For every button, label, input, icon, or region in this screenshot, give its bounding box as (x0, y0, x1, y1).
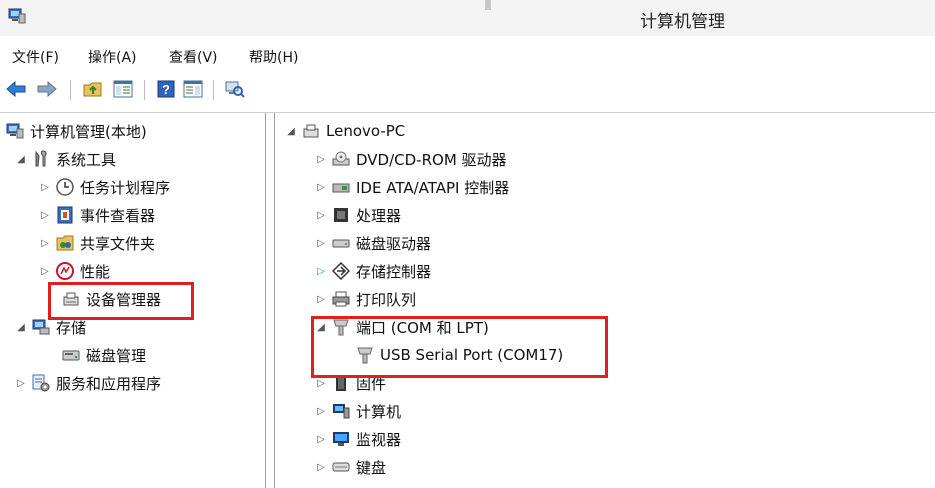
expand-arrow-icon[interactable]: ▷ (314, 238, 328, 249)
device-node-computer[interactable]: ◢ Lenovo-PC (284, 118, 405, 144)
storage-icon (32, 318, 50, 336)
expand-arrow-icon[interactable]: ▷ (314, 462, 328, 473)
expand-arrow-icon[interactable]: ▷ (38, 238, 52, 249)
device-node-label: 处理器 (356, 206, 402, 225)
device-category-monitors[interactable]: ▷ 监视器 (314, 426, 401, 452)
title-bar-divider (485, 0, 491, 10)
up-folder-icon[interactable] (82, 78, 104, 100)
tree-item-label: 计算机管理(本地) (30, 122, 147, 141)
computer-management-icon (6, 122, 24, 140)
device-node-label: 监视器 (356, 430, 402, 449)
device-category-dvd-drives[interactable]: ▷ DVD/CD-ROM 驱动器 (314, 146, 507, 172)
device-category-ide-controllers[interactable]: ▷ IDE ATA/ATAPI 控制器 (314, 174, 509, 200)
device-node-label: 磁盘驱动器 (356, 234, 432, 253)
pane-splitter[interactable] (265, 113, 275, 488)
toolbar: ? (0, 72, 935, 108)
menu-view[interactable]: 查看(V) (169, 47, 218, 67)
tree-item-services-and-applications[interactable]: ▷ 服务和应用程序 (14, 370, 161, 396)
menu-help[interactable]: 帮助(H) (249, 47, 298, 67)
help-icon[interactable]: ? (155, 78, 177, 100)
device-node-label: 存储控制器 (356, 262, 432, 281)
tree-item-system-tools[interactable]: ◢ 系统工具 (14, 146, 116, 172)
tree-item-shared-folders[interactable]: ▷ 共享文件夹 (38, 230, 155, 256)
expand-arrow-icon[interactable]: ▷ (314, 378, 328, 389)
tree-item-label: 服务和应用程序 (56, 374, 162, 393)
tree-item-event-viewer[interactable]: ▷ 事件查看器 (38, 202, 155, 228)
forward-arrow-icon[interactable] (36, 78, 58, 100)
tree-item-computer-management-local[interactable]: 计算机管理(本地) (6, 118, 147, 144)
device-category-print-queues[interactable]: ▷ 打印队列 (314, 286, 416, 312)
ide-controller-icon (332, 178, 350, 196)
expand-arrow-icon[interactable]: ▷ (314, 406, 328, 417)
show-hide-console-tree-icon[interactable] (112, 78, 134, 100)
menu-action[interactable]: 操作(A) (88, 47, 137, 67)
device-category-keyboards[interactable]: ▷ 键盘 (314, 454, 386, 480)
scan-hardware-icon[interactable] (224, 78, 246, 100)
tree-item-label: 系统工具 (56, 150, 117, 169)
tree-item-disk-management[interactable]: 磁盘管理 (58, 342, 146, 368)
expand-arrow-icon[interactable]: ▷ (314, 154, 328, 165)
toolbar-separator (213, 80, 214, 100)
device-manager-highlight-box (48, 282, 194, 320)
storage-controller-icon (332, 262, 350, 280)
ports-highlight-box (311, 316, 608, 378)
tree-item-label: 磁盘管理 (86, 346, 147, 365)
console-tree: 计算机管理(本地) ◢ 系统工具 ▷ 任务计划程序 ▷ 事件查看器 ▷ 共享文件… (0, 113, 265, 488)
device-node-label: 计算机 (356, 402, 402, 421)
tree-item-label: 共享文件夹 (80, 234, 156, 253)
keyboard-icon (332, 458, 350, 476)
computer-management-app-icon[interactable] (8, 8, 26, 24)
disk-management-icon (62, 346, 80, 364)
menu-bar: 文件(F) 操作(A) 查看(V) 帮助(H) (0, 40, 935, 70)
device-node-label: Lenovo-PC (326, 122, 406, 140)
back-arrow-icon[interactable] (5, 78, 27, 100)
svg-text:?: ? (162, 82, 170, 97)
computer-icon (302, 122, 320, 140)
expand-arrow-icon[interactable]: ▷ (314, 210, 328, 221)
expand-arrow-icon[interactable]: ▷ (314, 266, 328, 277)
menu-file[interactable]: 文件(F) (12, 47, 59, 67)
collapse-arrow-icon[interactable]: ◢ (14, 322, 28, 333)
computer-icon (332, 402, 350, 420)
expand-arrow-icon[interactable]: ▷ (314, 182, 328, 193)
collapse-arrow-icon[interactable]: ◢ (14, 154, 28, 165)
expand-arrow-icon[interactable]: ▷ (38, 210, 52, 221)
expand-arrow-icon[interactable]: ▷ (314, 294, 328, 305)
tree-item-performance[interactable]: ▷ 性能 (38, 258, 110, 284)
device-node-label: IDE ATA/ATAPI 控制器 (356, 178, 510, 197)
expand-arrow-icon[interactable]: ▷ (38, 182, 52, 193)
window-title: 计算机管理 (640, 12, 725, 32)
device-category-computer[interactable]: ▷ 计算机 (314, 398, 401, 424)
services-icon (32, 374, 50, 392)
show-action-pane-icon[interactable] (182, 78, 204, 100)
expand-arrow-icon[interactable]: ▷ (38, 266, 52, 277)
monitor-icon (332, 430, 350, 448)
printer-icon (332, 290, 350, 308)
device-category-storage-controllers[interactable]: ▷ 存储控制器 (314, 258, 431, 284)
device-category-disk-drives[interactable]: ▷ 磁盘驱动器 (314, 230, 431, 256)
processor-icon (332, 206, 350, 224)
title-bar: 计算机管理 (0, 0, 935, 36)
toolbar-separator (144, 80, 145, 100)
tree-item-label: 任务计划程序 (80, 178, 171, 197)
shared-folder-icon (56, 234, 74, 252)
device-node-label: 打印队列 (356, 290, 417, 309)
tree-item-label: 事件查看器 (80, 206, 156, 225)
clock-icon (56, 178, 74, 196)
event-viewer-icon (56, 206, 74, 224)
collapse-arrow-icon[interactable]: ◢ (284, 126, 298, 137)
dvd-drive-icon (332, 150, 350, 168)
device-category-processors[interactable]: ▷ 处理器 (314, 202, 401, 228)
performance-icon (56, 262, 74, 280)
tree-item-task-scheduler[interactable]: ▷ 任务计划程序 (38, 174, 170, 200)
device-node-label: 键盘 (356, 458, 387, 477)
system-tools-icon (32, 150, 50, 168)
expand-arrow-icon[interactable]: ▷ (14, 378, 28, 389)
toolbar-separator (70, 80, 71, 100)
expand-arrow-icon[interactable]: ▷ (314, 434, 328, 445)
device-tree: ◢ Lenovo-PC ▷ DVD/CD-ROM 驱动器 ▷ IDE ATA/A… (276, 113, 935, 488)
device-node-label: DVD/CD-ROM 驱动器 (356, 150, 507, 169)
tree-item-label: 性能 (80, 262, 111, 281)
disk-drive-icon (332, 234, 350, 252)
